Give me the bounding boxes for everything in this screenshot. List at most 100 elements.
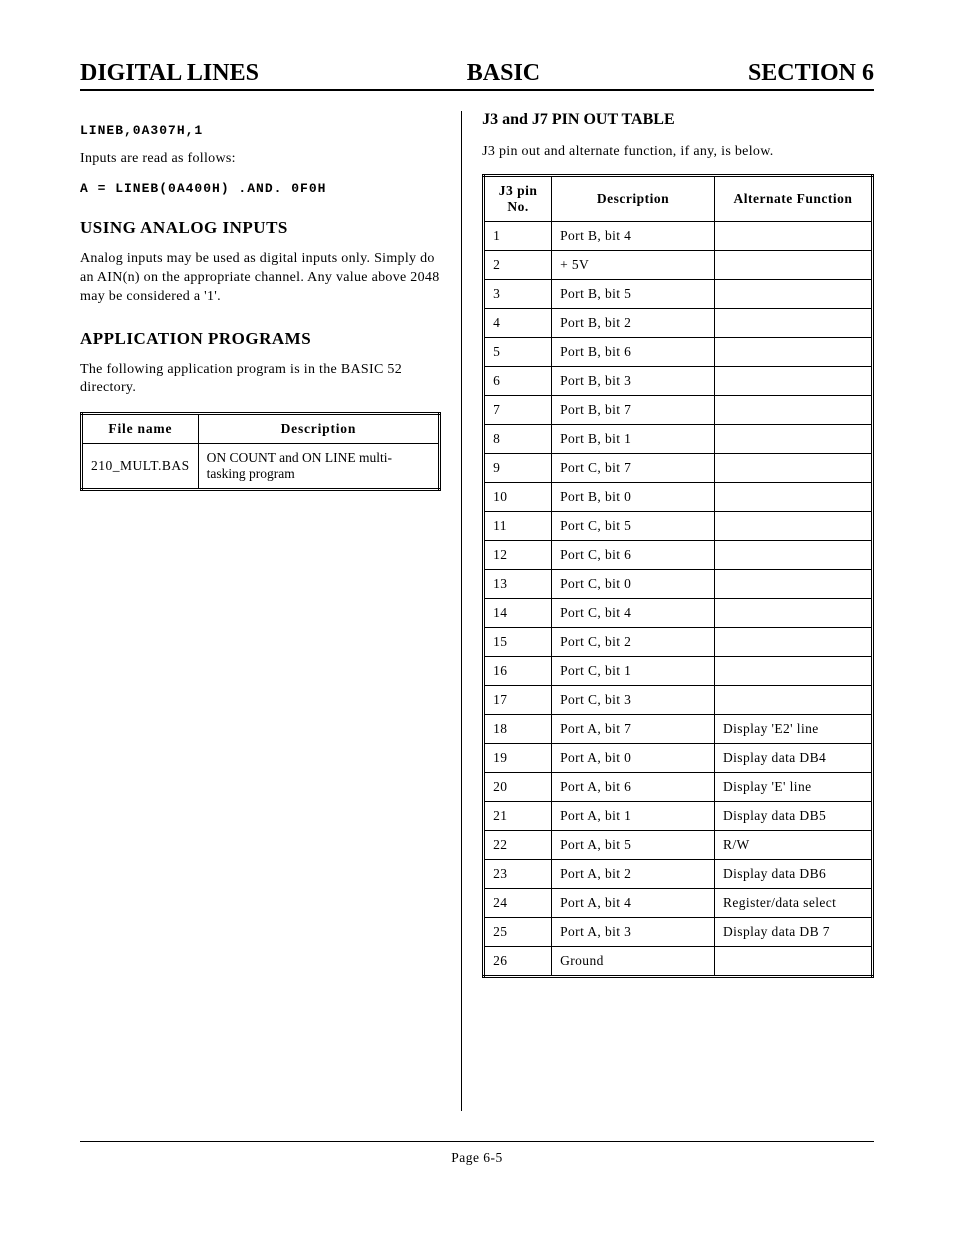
cell-pin-no: 9 [484,453,552,482]
cell-pin-alt: Display 'E' line [714,772,872,801]
cell-pin-no: 7 [484,395,552,424]
cell-pin-alt: R/W [714,830,872,859]
cell-pin-desc: Port A, bit 1 [552,801,715,830]
code-a-lineb: A = LINEB(0A400H) .AND. 0F0H [80,181,441,196]
cell-pin-no: 21 [484,801,552,830]
left-column: LINEB,0A307H,1 Inputs are read as follow… [80,111,461,1111]
cell-pin-alt [714,540,872,569]
cell-pin-desc: Port B, bit 0 [552,482,715,511]
cell-pin-desc: Port B, bit 5 [552,279,715,308]
cell-pin-alt [714,221,872,250]
col-pin-desc: Description [552,175,715,221]
table-row: 22Port A, bit 5R/W [484,830,873,859]
table-row: 16Port C, bit 1 [484,656,873,685]
cell-pin-alt [714,482,872,511]
col-pin-no: J3 pin No. [484,175,552,221]
cell-file-name: 210_MULT.BAS [82,444,199,490]
cell-pin-no: 6 [484,366,552,395]
cell-pin-alt [714,308,872,337]
content-columns: LINEB,0A307H,1 Inputs are read as follow… [80,111,874,1111]
table-row: 14Port C, bit 4 [484,598,873,627]
cell-pin-alt: Display 'E2' line [714,714,872,743]
table-header-row: File name Description [82,414,440,444]
right-column: J3 and J7 PIN OUT TABLE J3 pin out and a… [461,111,874,1111]
cell-pin-alt: Display data DB6 [714,859,872,888]
application-programs-text: The following application program is in … [80,361,441,399]
cell-pin-desc: Port B, bit 2 [552,308,715,337]
col-description: Description [198,414,439,444]
cell-pin-desc: Port B, bit 1 [552,424,715,453]
cell-pin-desc: Port C, bit 4 [552,598,715,627]
page-footer: Page 6-5 [80,1141,874,1166]
table-row: 21Port A, bit 1Display data DB5 [484,801,873,830]
header-right: SECTION 6 [748,60,874,87]
cell-pin-no: 12 [484,540,552,569]
cell-pin-desc: Port A, bit 6 [552,772,715,801]
header-left: DIGITAL LINES [80,60,259,87]
cell-pin-desc: Port C, bit 0 [552,569,715,598]
cell-pin-no: 20 [484,772,552,801]
cell-pin-desc: Port C, bit 7 [552,453,715,482]
cell-pin-alt [714,569,872,598]
cell-pin-desc: Ground [552,946,715,976]
cell-pin-no: 25 [484,917,552,946]
cell-pin-desc: + 5V [552,250,715,279]
cell-pin-desc: Port A, bit 7 [552,714,715,743]
program-table: File name Description 210_MULT.BASON COU… [80,412,441,491]
cell-pin-no: 10 [484,482,552,511]
cell-pin-alt [714,337,872,366]
cell-pin-desc: Port A, bit 0 [552,743,715,772]
code-lineb: LINEB,0A307H,1 [80,123,441,138]
table-row: 5Port B, bit 6 [484,337,873,366]
cell-pin-desc: Port A, bit 2 [552,859,715,888]
table-row: 1Port B, bit 4 [484,221,873,250]
cell-pin-alt [714,685,872,714]
cell-pin-no: 8 [484,424,552,453]
cell-pin-no: 24 [484,888,552,917]
cell-pin-no: 3 [484,279,552,308]
table-row: 11Port C, bit 5 [484,511,873,540]
cell-pin-desc: Port C, bit 5 [552,511,715,540]
table-row: 9Port C, bit 7 [484,453,873,482]
cell-pin-desc: Port B, bit 6 [552,337,715,366]
table-header-row: J3 pin No. Description Alternate Functio… [484,175,873,221]
cell-description: ON COUNT and ON LINE multi-tasking progr… [198,444,439,490]
table-row: 10Port B, bit 0 [484,482,873,511]
cell-pin-alt [714,366,872,395]
cell-pin-desc: Port A, bit 3 [552,917,715,946]
table-row: 12Port C, bit 6 [484,540,873,569]
heading-application-programs: APPLICATION PROGRAMS [80,329,441,349]
cell-pin-no: 16 [484,656,552,685]
cell-pin-desc: Port C, bit 6 [552,540,715,569]
cell-pin-desc: Port B, bit 3 [552,366,715,395]
cell-pin-alt [714,250,872,279]
inputs-read-text: Inputs are read as follows: [80,150,441,169]
cell-pin-desc: Port C, bit 1 [552,656,715,685]
table-row: 210_MULT.BASON COUNT and ON LINE multi-t… [82,444,440,490]
cell-pin-alt [714,946,872,976]
table-row: 24Port A, bit 4Register/data select [484,888,873,917]
table-row: 23Port A, bit 2Display data DB6 [484,859,873,888]
table-row: 7Port B, bit 7 [484,395,873,424]
cell-pin-no: 23 [484,859,552,888]
cell-pin-no: 19 [484,743,552,772]
cell-pin-no: 15 [484,627,552,656]
table-row: 15Port C, bit 2 [484,627,873,656]
table-row: 26Ground [484,946,873,976]
heading-analog-inputs: USING ANALOG INPUTS [80,218,441,238]
pinout-table: J3 pin No. Description Alternate Functio… [482,174,874,978]
table-row: 18Port A, bit 7Display 'E2' line [484,714,873,743]
cell-pin-alt [714,598,872,627]
table-row: 6Port B, bit 3 [484,366,873,395]
cell-pin-desc: Port B, bit 7 [552,395,715,424]
cell-pin-desc: Port A, bit 5 [552,830,715,859]
cell-pin-alt: Display data DB5 [714,801,872,830]
cell-pin-alt [714,395,872,424]
page-header: DIGITAL LINES BASIC SECTION 6 [80,60,874,91]
cell-pin-no: 17 [484,685,552,714]
cell-pin-no: 5 [484,337,552,366]
cell-pin-alt [714,453,872,482]
table-row: 19Port A, bit 0Display data DB4 [484,743,873,772]
table-row: 4Port B, bit 2 [484,308,873,337]
table-row: 20Port A, bit 6Display 'E' line [484,772,873,801]
